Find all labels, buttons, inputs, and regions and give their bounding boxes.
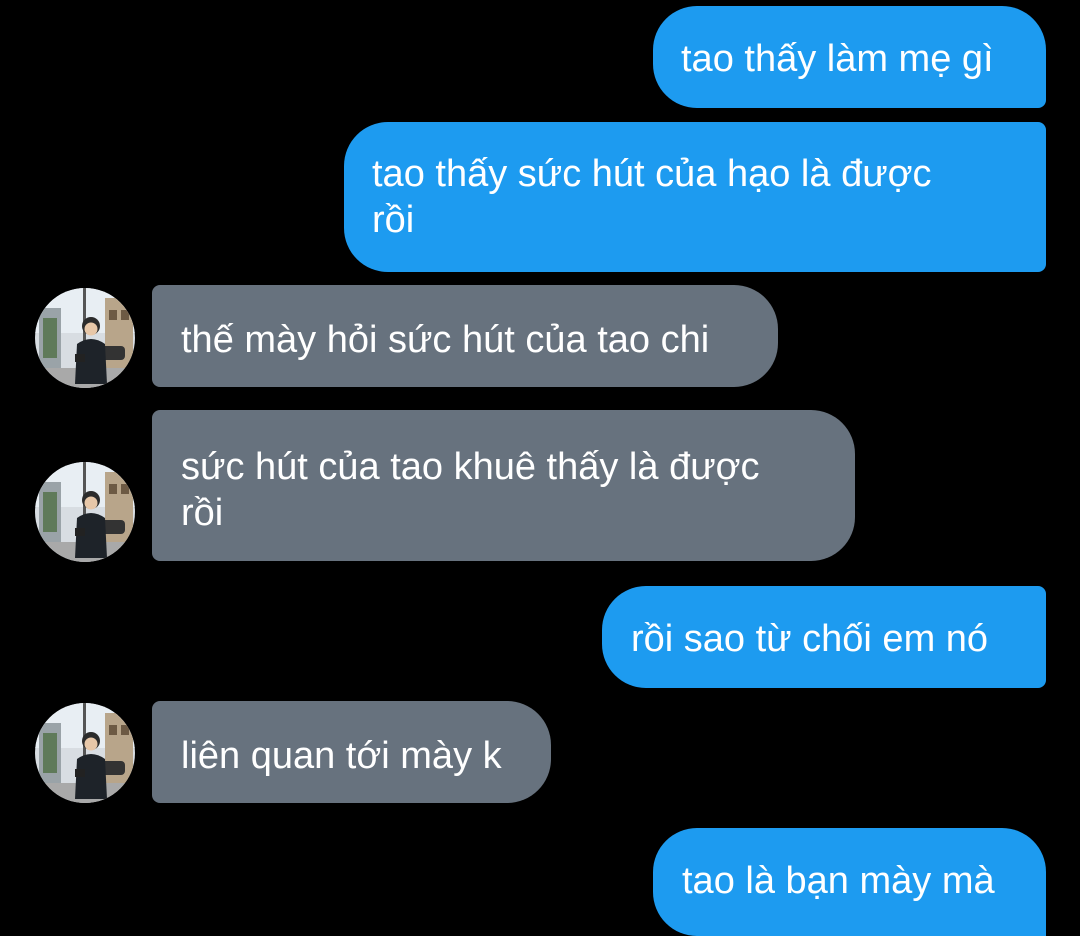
- avatar-photo: [35, 703, 135, 803]
- message-bubble-outgoing[interactable]: rồi sao từ chối em nó: [602, 586, 1046, 688]
- message-bubble-incoming[interactable]: thế mày hỏi sức hút của tao chi: [152, 285, 778, 387]
- message-bubble-outgoing[interactable]: tao là bạn mày mà: [653, 828, 1046, 936]
- avatar-photo: [35, 288, 135, 388]
- message-bubble-incoming[interactable]: sức hút của tao khuê thấy là được rồi: [152, 410, 855, 561]
- contact-avatar[interactable]: [35, 703, 135, 803]
- contact-avatar[interactable]: [35, 462, 135, 562]
- message-bubble-incoming[interactable]: liên quan tới mày k: [152, 701, 551, 803]
- avatar-photo: [35, 462, 135, 562]
- chat-thread: tao thấy làm mẹ gì tao thấy sức hút của …: [0, 0, 1080, 936]
- message-bubble-outgoing[interactable]: tao thấy sức hút của hạo là được rồi: [344, 122, 1046, 272]
- contact-avatar[interactable]: [35, 288, 135, 388]
- message-bubble-outgoing[interactable]: tao thấy làm mẹ gì: [653, 6, 1046, 108]
